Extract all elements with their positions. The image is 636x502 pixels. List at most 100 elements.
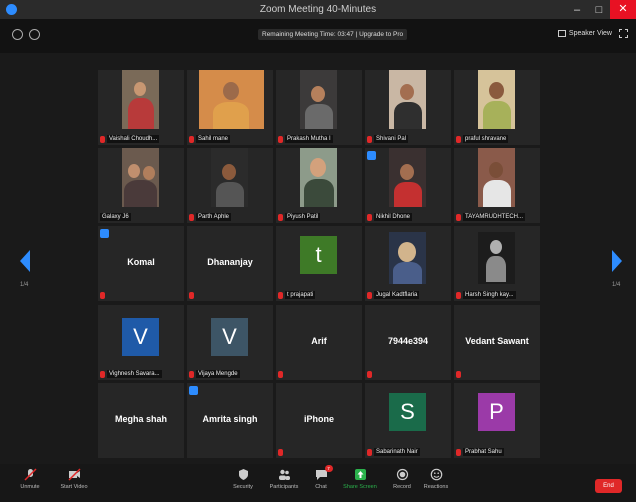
participant-tile[interactable]: V Vijaya Mengde [187, 305, 273, 380]
profile-picture [478, 232, 515, 284]
reactions-label: Reactions [423, 484, 449, 490]
participant-tile[interactable]: 7944e394 [365, 305, 451, 380]
participant-name: Megha shah [114, 414, 167, 424]
participant-name: Harsh Singh kay... [463, 291, 516, 299]
video-feed [122, 70, 159, 129]
participant-name: Piyush Patil [285, 213, 321, 221]
avatar: t [300, 236, 337, 274]
participant-tile[interactable]: Arif [276, 305, 362, 380]
chat-badge: 7 [324, 465, 333, 472]
muted-mic-icon [189, 214, 194, 221]
avatar: P [478, 393, 515, 431]
video-feed [478, 148, 515, 207]
muted-mic-icon [367, 449, 372, 456]
participant-tile[interactable]: Piyush Patil [276, 148, 362, 223]
maximize-button[interactable]: □ [588, 4, 610, 16]
muted-mic-icon [278, 136, 283, 143]
participant-name: Amrita singh [202, 414, 258, 424]
meeting-toolbar: Unmute Start Video Security Participants… [0, 464, 636, 502]
participant-tile[interactable]: t t prajapati [276, 226, 362, 301]
raised-hand-icon [100, 229, 109, 238]
participants-icon [278, 468, 291, 481]
speaker-view-button[interactable]: Speaker View [557, 30, 612, 37]
smiley-icon [430, 468, 443, 481]
fullscreen-icon[interactable] [619, 29, 628, 38]
participant-tile[interactable]: Shivani Pal [365, 70, 451, 145]
muted-mic-icon [189, 136, 194, 143]
raised-hand-icon [189, 386, 198, 395]
participant-name: Dhananjay [207, 257, 253, 267]
muted-mic-icon [189, 292, 194, 299]
participant-tile[interactable]: iPhone [276, 383, 362, 458]
participant-tile[interactable]: Harsh Singh kay... [454, 226, 540, 301]
minimize-button[interactable]: – [566, 4, 588, 16]
muted-mic-icon [456, 449, 461, 456]
participant-tile[interactable]: praful shravane [454, 70, 540, 145]
participant-tile[interactable]: Sahil mane [187, 70, 273, 145]
chevron-left-icon [20, 250, 30, 272]
participant-name: 7944e394 [387, 336, 429, 346]
participant-tile[interactable]: S Sabarinath Nair [365, 383, 451, 458]
share-screen-button[interactable]: Share Screen [336, 468, 384, 490]
muted-mic-icon [456, 292, 461, 299]
speaker-view-label: Speaker View [568, 30, 612, 37]
participant-name: Shivani Pal [374, 135, 409, 143]
meeting-info [12, 29, 40, 40]
muted-mic-icon [367, 214, 372, 221]
participant-tile[interactable]: Nikhil Dhone [365, 148, 451, 223]
unmute-label: Unmute [20, 484, 40, 490]
prev-page-button[interactable] [20, 250, 30, 272]
avatar: V [122, 318, 159, 356]
participant-name: iPhone [303, 414, 334, 424]
participant-name: praful shravane [463, 135, 509, 143]
participant-name: TAYAMRUDHTECH... [463, 213, 525, 221]
end-meeting-button[interactable]: End [595, 479, 622, 493]
participant-tile[interactable]: Vedant Sawant [454, 305, 540, 380]
record-icon [396, 468, 409, 481]
participant-tile[interactable]: Jugal Kadtflaria [365, 226, 451, 301]
participant-name: Sahil mane [196, 135, 231, 143]
unmute-button[interactable]: Unmute [6, 468, 54, 490]
muted-mic-icon [100, 292, 105, 299]
participant-tile[interactable]: Prakash Mutha I [276, 70, 362, 145]
participant-name: Parth Aphle [196, 213, 232, 221]
reactions-button[interactable]: Reactions [412, 468, 460, 490]
muted-mic-icon [456, 371, 461, 378]
participant-name: Komal [127, 257, 155, 267]
participant-tile[interactable]: Galaxy J6 [98, 148, 184, 223]
muted-mic-icon [367, 371, 372, 378]
muted-mic-icon [278, 449, 283, 456]
shield-icon[interactable] [29, 29, 40, 40]
participant-name: Vaishali Choudh... [107, 135, 160, 143]
close-button[interactable]: ✕ [610, 0, 636, 19]
participant-tile[interactable]: TAYAMRUDHTECH... [454, 148, 540, 223]
zoom-logo-icon [6, 4, 17, 15]
profile-picture [389, 232, 426, 284]
participant-tile[interactable]: Megha shah [98, 383, 184, 458]
muted-mic-icon [278, 371, 283, 378]
muted-mic-icon [278, 214, 283, 221]
next-page-button[interactable] [612, 250, 622, 272]
participant-name: t prajapati [285, 291, 316, 299]
participant-tile[interactable]: Komal [98, 226, 184, 301]
muted-mic-icon [23, 468, 37, 481]
participant-tile[interactable]: Amrita singh [187, 383, 273, 458]
grid-icon [557, 30, 566, 37]
info-icon[interactable] [12, 29, 23, 40]
participant-name: Prabhat Sahu [463, 448, 504, 456]
remaining-time-banner[interactable]: Remaining Meeting Time: 03:47 | Upgrade … [258, 29, 408, 40]
participant-tile[interactable]: Dhananjay [187, 226, 273, 301]
muted-mic-icon [367, 136, 372, 143]
muted-mic-icon [100, 136, 105, 143]
participant-tile[interactable]: V Vighnesh Savara... [98, 305, 184, 380]
participant-tile[interactable]: P Prabhat Sahu [454, 383, 540, 458]
participant-tile[interactable]: Parth Aphle [187, 148, 273, 223]
participant-name: Arif [311, 336, 327, 346]
security-label: Security [233, 484, 253, 490]
video-feed [300, 148, 337, 207]
muted-mic-icon [456, 214, 461, 221]
video-feed [300, 70, 337, 129]
avatar: S [389, 393, 426, 431]
start-video-button[interactable]: Start Video [50, 468, 98, 490]
participant-tile[interactable]: Vaishali Choudh... [98, 70, 184, 145]
